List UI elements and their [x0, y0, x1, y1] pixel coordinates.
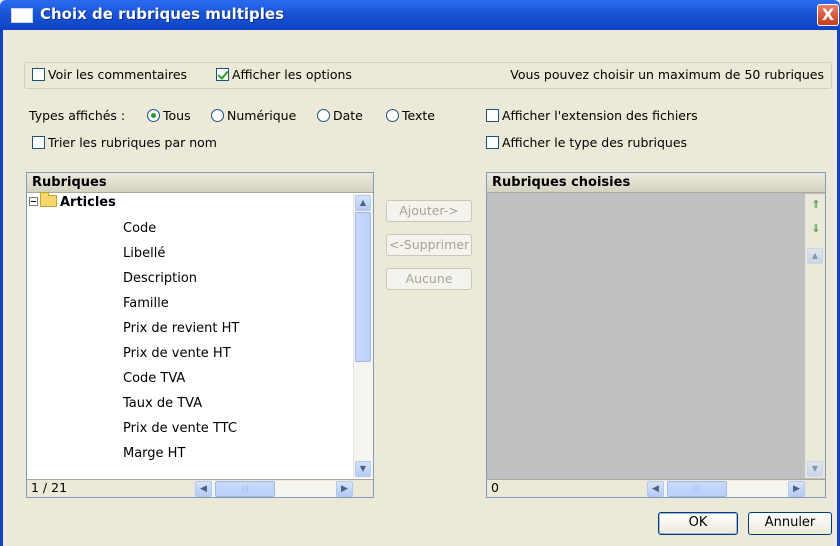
move-down-icon[interactable]: ⇓	[809, 222, 823, 236]
trier-rubriques-label: Trier les rubriques par nom	[48, 135, 217, 150]
list-item[interactable]: Prix de revient HT	[123, 316, 239, 341]
afficher-type-label: Afficher le type des rubriques	[502, 135, 688, 150]
radio-tous-label: Tous	[163, 108, 191, 123]
supprimer-button[interactable]: <-Supprimer	[386, 234, 472, 256]
radio-tous[interactable]: Tous	[147, 108, 191, 123]
list-item[interactable]: Marge HT	[123, 441, 239, 466]
scroll-up-icon[interactable]: ▲	[807, 248, 823, 264]
radio-numerique-circle[interactable]	[211, 109, 224, 122]
folder-icon	[40, 192, 57, 207]
list-item[interactable]: Code TVA	[123, 366, 239, 391]
types-label: Types affichés :	[29, 108, 126, 123]
voir-commentaires-label: Voir les commentaires	[48, 67, 188, 82]
list-item[interactable]: Prix de vente TTC	[123, 416, 239, 441]
voir-commentaires-box[interactable]	[32, 68, 45, 81]
scroll-left-icon[interactable]: ◀	[647, 481, 664, 497]
scroll-down-icon[interactable]: ▼	[807, 461, 823, 477]
radio-texte[interactable]: Texte	[386, 108, 435, 123]
list-item[interactable]: Description	[123, 266, 239, 291]
afficher-type-checkbox[interactable]: Afficher le type des rubriques	[486, 135, 687, 150]
rubriques-header: Rubriques	[27, 173, 373, 193]
tree-root-articles[interactable]: Articles	[29, 192, 116, 213]
rubriques-statusbar: 1 / 21 ◀ ||| ▶	[27, 479, 373, 497]
list-item[interactable]: Famille	[123, 291, 239, 316]
radio-texte-circle[interactable]	[386, 109, 399, 122]
list-item[interactable]: Code	[123, 216, 239, 241]
collapse-icon[interactable]	[29, 197, 38, 206]
aucune-button[interactable]: Aucune	[386, 268, 472, 290]
annuler-button[interactable]: Annuler	[748, 512, 832, 535]
rubriques-count: 1 / 21	[31, 480, 68, 495]
choisies-hscrollbar[interactable]: ◀ ||| ▶	[647, 481, 805, 497]
radio-date-circle[interactable]	[317, 109, 330, 122]
scroll-thumb[interactable]	[355, 212, 371, 362]
list-item[interactable]: Libellé	[123, 241, 239, 266]
trier-rubriques-checkbox[interactable]: Trier les rubriques par nom	[32, 135, 217, 150]
rubriques-hscrollbar[interactable]: ◀ ||| ▶	[195, 481, 353, 497]
hscroll-thumb[interactable]: |||	[667, 481, 727, 497]
window-icon	[11, 8, 33, 23]
choisies-vscrollbar[interactable]: ⇑ ⇓ ▲ ▼	[805, 194, 825, 478]
afficher-options-checkbox[interactable]: Afficher les options	[216, 67, 352, 82]
list-item[interactable]: Prix de vente HT	[123, 341, 239, 366]
trier-rubriques-box[interactable]	[32, 136, 45, 149]
move-up-icon[interactable]: ⇑	[809, 198, 823, 212]
close-icon: X	[821, 5, 835, 24]
list-item[interactable]: Taux de TVA	[123, 391, 239, 416]
afficher-type-box[interactable]	[486, 136, 499, 149]
choisies-statusbar: 0 ◀ ||| ▶	[487, 479, 825, 497]
rubriques-choisies-panel: Rubriques choisies ⇑ ⇓ ▲ ▼ 0 ◀ ||| ▶	[486, 172, 826, 498]
ajouter-button[interactable]: Ajouter->	[386, 200, 472, 222]
max-rubriques-info: Vous pouvez choisir un maximum de 50 rub…	[510, 67, 824, 82]
radio-numerique[interactable]: Numérique	[211, 108, 296, 123]
title-bar: Choix de rubriques multiples X	[0, 0, 840, 30]
rubriques-panel: Rubriques Articles Code Libellé Descript…	[26, 172, 374, 498]
radio-texte-label: Texte	[402, 108, 435, 123]
hscroll-thumb[interactable]: |||	[215, 481, 275, 497]
tree-root-label: Articles	[60, 195, 116, 210]
afficher-options-label: Afficher les options	[232, 67, 352, 82]
afficher-extension-checkbox[interactable]: Afficher l'extension des fichiers	[486, 108, 698, 123]
rubriques-vscrollbar[interactable]: ▲ ▼	[353, 194, 373, 478]
radio-date[interactable]: Date	[317, 108, 363, 123]
radio-numerique-label: Numérique	[227, 108, 297, 123]
radio-date-label: Date	[333, 108, 363, 123]
choisies-count: 0	[491, 480, 499, 495]
close-button[interactable]: X	[817, 4, 839, 26]
rubriques-choisies-header: Rubriques choisies	[487, 173, 825, 193]
scroll-left-icon[interactable]: ◀	[195, 481, 212, 497]
scroll-right-icon[interactable]: ▶	[336, 481, 353, 497]
rubriques-list: Code Libellé Description Famille Prix de…	[123, 216, 239, 466]
scroll-down-icon[interactable]: ▼	[355, 461, 371, 477]
afficher-extension-box[interactable]	[486, 109, 499, 122]
scroll-right-icon[interactable]: ▶	[788, 481, 805, 497]
voir-commentaires-checkbox[interactable]: Voir les commentaires	[32, 67, 187, 82]
ok-button[interactable]: OK	[658, 512, 738, 535]
afficher-options-box[interactable]	[216, 68, 229, 81]
window-title: Choix de rubriques multiples	[40, 5, 284, 23]
scroll-up-icon[interactable]: ▲	[355, 195, 371, 211]
afficher-extension-label: Afficher l'extension des fichiers	[502, 108, 698, 123]
radio-tous-circle[interactable]	[147, 109, 160, 122]
